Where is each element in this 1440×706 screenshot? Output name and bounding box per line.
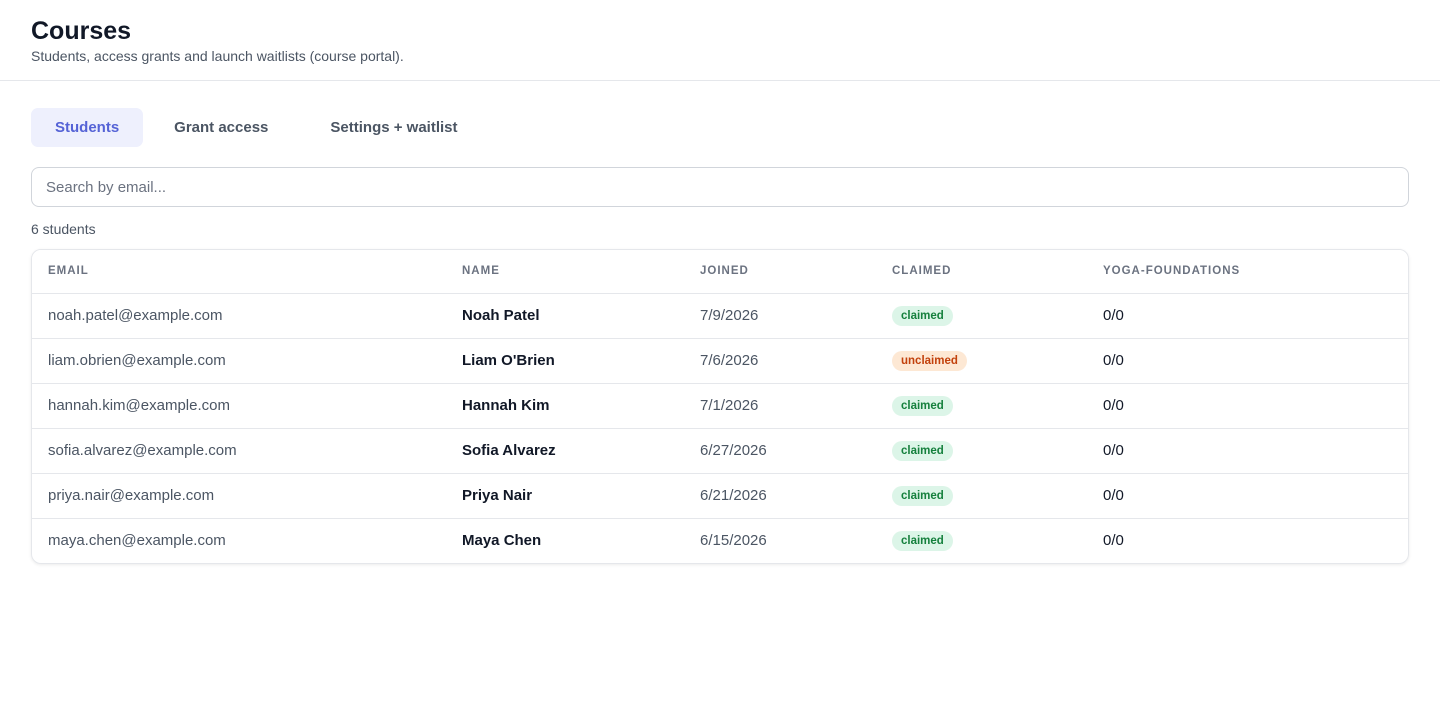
cell-name: Maya Chen xyxy=(446,517,684,563)
cell-email: sofia.alvarez@example.com xyxy=(32,427,446,473)
cell-email: liam.obrien@example.com xyxy=(32,337,446,383)
tab-bar: Students Grant access Settings + waitlis… xyxy=(31,108,1409,147)
cell-email: hannah.kim@example.com xyxy=(32,382,446,428)
tab-students[interactable]: Students xyxy=(31,108,144,147)
column-header-claimed[interactable]: CLAIMED xyxy=(876,250,1087,293)
table-row[interactable]: priya.nair@example.com Priya Nair 6/21/2… xyxy=(32,472,1408,518)
cell-claimed: claimed xyxy=(876,427,1087,473)
cell-name: Hannah Kim xyxy=(446,382,684,428)
status-badge: claimed xyxy=(892,305,953,326)
cell-email: noah.patel@example.com xyxy=(32,292,446,338)
students-table: EMAIL NAME JOINED CLAIMED YOGA-FOUNDATIO… xyxy=(31,249,1409,564)
cell-claimed: unclaimed xyxy=(876,337,1087,383)
tab-grant-access[interactable]: Grant access xyxy=(150,108,292,147)
cell-claimed: claimed xyxy=(876,292,1087,338)
table-row[interactable]: liam.obrien@example.com Liam O'Brien 7/6… xyxy=(32,337,1408,383)
cell-progress: 0/0 xyxy=(1087,472,1408,518)
cell-joined: 6/27/2026 xyxy=(684,427,876,473)
column-header-course-progress[interactable]: YOGA-FOUNDATIONS xyxy=(1087,250,1408,293)
tab-settings-waitlist[interactable]: Settings + waitlist xyxy=(299,108,481,147)
cell-claimed: claimed xyxy=(876,382,1087,428)
cell-name: Liam O'Brien xyxy=(446,337,684,383)
cell-joined: 7/9/2026 xyxy=(684,292,876,338)
column-header-name[interactable]: NAME xyxy=(446,250,684,293)
table-row[interactable]: sofia.alvarez@example.com Sofia Alvarez … xyxy=(32,427,1408,473)
page-title: Courses xyxy=(31,17,132,45)
cell-progress: 0/0 xyxy=(1087,517,1408,563)
table-header-row: EMAIL NAME JOINED CLAIMED YOGA-FOUNDATIO… xyxy=(32,250,1408,293)
status-badge: claimed xyxy=(892,485,953,506)
status-badge: claimed xyxy=(892,395,953,416)
cell-progress: 0/0 xyxy=(1087,337,1408,383)
cell-name: Sofia Alvarez xyxy=(446,427,684,473)
cell-joined: 7/6/2026 xyxy=(684,337,876,383)
cell-email: maya.chen@example.com xyxy=(32,517,446,563)
search-input[interactable] xyxy=(31,167,1409,207)
page-subtitle: Students, access grants and launch waitl… xyxy=(31,48,404,64)
column-header-email[interactable]: EMAIL xyxy=(32,250,446,293)
cell-progress: 0/0 xyxy=(1087,427,1408,473)
cell-joined: 6/21/2026 xyxy=(684,472,876,518)
status-badge: claimed xyxy=(892,440,953,461)
cell-name: Noah Patel xyxy=(446,292,684,338)
column-header-joined[interactable]: JOINED xyxy=(684,250,876,293)
main-content: Students Grant access Settings + waitlis… xyxy=(0,81,1440,564)
cell-name: Priya Nair xyxy=(446,472,684,518)
cell-joined: 7/1/2026 xyxy=(684,382,876,428)
cell-claimed: claimed xyxy=(876,517,1087,563)
cell-claimed: claimed xyxy=(876,472,1087,518)
status-badge: claimed xyxy=(892,530,953,551)
cell-progress: 0/0 xyxy=(1087,382,1408,428)
status-badge: unclaimed xyxy=(892,350,967,371)
table-row[interactable]: noah.patel@example.com Noah Patel 7/9/20… xyxy=(32,292,1408,338)
cell-email: priya.nair@example.com xyxy=(32,472,446,518)
student-count: 6 students xyxy=(31,221,96,237)
page-header: Courses Students, access grants and laun… xyxy=(0,0,1440,81)
cell-progress: 0/0 xyxy=(1087,292,1408,338)
table-row[interactable]: hannah.kim@example.com Hannah Kim 7/1/20… xyxy=(32,382,1408,428)
table-row[interactable]: maya.chen@example.com Maya Chen 6/15/202… xyxy=(32,517,1408,563)
cell-joined: 6/15/2026 xyxy=(684,517,876,563)
